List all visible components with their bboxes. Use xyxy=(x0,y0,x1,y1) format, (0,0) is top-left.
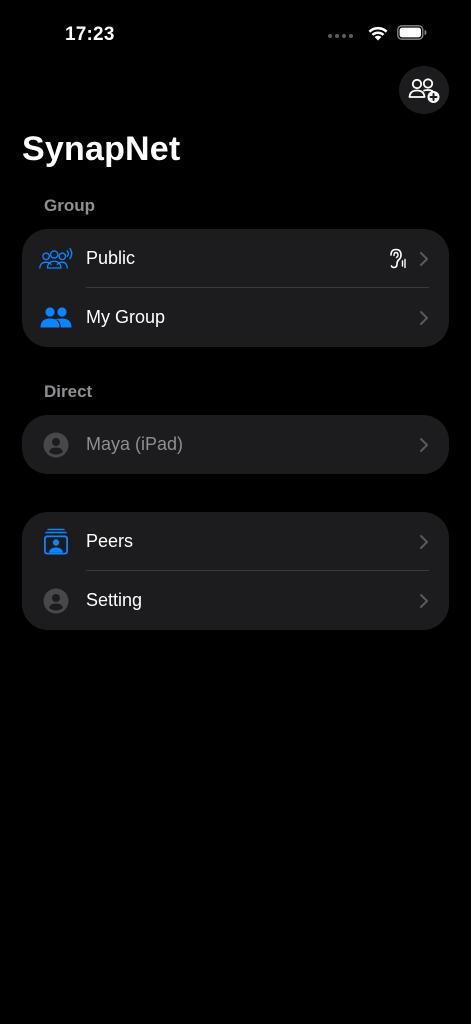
person-2-fill-icon xyxy=(38,303,74,333)
status-bar: 17:23 xyxy=(0,0,471,60)
page-title: SynapNet xyxy=(22,130,181,168)
group-card: Public My Group xyxy=(22,229,449,347)
row-label-maya-ipad: Maya (iPad) xyxy=(86,434,184,454)
section-header-group: Group xyxy=(44,196,95,215)
row-label-my-group: My Group xyxy=(86,307,166,327)
chevron-right-icon xyxy=(420,534,428,549)
battery-icon xyxy=(397,25,427,40)
person-circle-icon xyxy=(38,430,74,460)
person-2-plus-icon xyxy=(408,78,440,103)
section-header-direct: Direct xyxy=(44,382,93,401)
chevron-right-icon xyxy=(420,251,428,266)
other-card: Peers Setting xyxy=(22,512,449,630)
chevron-right-icon xyxy=(420,437,428,452)
row-label-public: Public xyxy=(86,248,136,268)
direct-row-maya-ipad[interactable]: Maya (iPad) xyxy=(22,415,449,474)
group-row-public[interactable]: Public xyxy=(22,229,449,288)
person-crop-rectangle-stack-icon xyxy=(38,527,74,557)
wifi-icon xyxy=(368,26,388,41)
person-circle-icon xyxy=(38,586,74,616)
direct-card: Maya (iPad) xyxy=(22,415,449,474)
status-icons xyxy=(328,24,427,41)
group-row-my-group[interactable]: My Group xyxy=(22,288,449,347)
row-peers[interactable]: Peers xyxy=(22,512,449,571)
ear-icon xyxy=(390,248,406,268)
chevron-right-icon xyxy=(420,310,428,325)
row-setting[interactable]: Setting xyxy=(22,571,449,630)
status-time: 17:23 xyxy=(65,24,115,45)
row-label-setting: Setting xyxy=(86,590,143,610)
row-label-peers: Peers xyxy=(86,531,134,551)
person-3-wave-icon xyxy=(38,244,74,274)
chevron-right-icon xyxy=(420,593,428,608)
add-group-button[interactable] xyxy=(399,66,449,114)
cellular-signal-icon xyxy=(328,33,353,38)
